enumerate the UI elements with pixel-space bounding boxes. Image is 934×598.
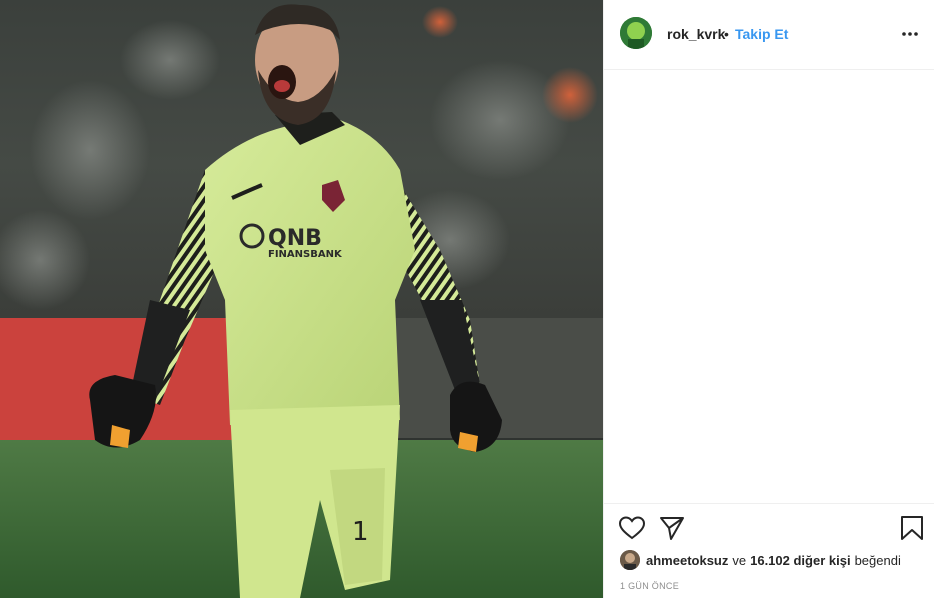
author-avatar[interactable] (620, 17, 652, 49)
post-timestamp[interactable]: 1 GÜN ÖNCE (620, 581, 679, 591)
shirt-number-text: 1 (352, 517, 369, 547)
post-photo[interactable]: 1 QNB FINANSBANK (0, 0, 603, 598)
bookmark-icon[interactable] (898, 514, 926, 542)
sponsor-text: QNB (268, 226, 322, 251)
author-username[interactable]: rok_kvrk (667, 26, 725, 42)
instagram-post: 1 QNB FINANSBANK rok_kvrk • Takip Et ahm… (0, 0, 934, 598)
likes-suffix: beğendi (854, 552, 901, 568)
goalkeeper-celebration-image: 1 QNB FINANSBANK (0, 0, 603, 598)
likes-connector: ve (732, 552, 747, 568)
post-header: rok_kvrk • Takip Et (604, 0, 934, 70)
likes-summary: ahmeetoksuz ve 16.102 diğer kişi beğendi (620, 549, 905, 571)
sponsor-subtext: FINANSBANK (268, 249, 343, 260)
liker-avatar[interactable] (620, 550, 640, 570)
heart-icon[interactable] (618, 514, 646, 542)
follow-button[interactable]: Takip Et (735, 26, 788, 42)
separator-dot: • (724, 26, 729, 42)
post-side-panel: rok_kvrk • Takip Et ahmeetoksuz ve 16.10… (603, 0, 934, 598)
liker-username[interactable]: ahmeetoksuz (646, 553, 728, 568)
actions-divider (604, 503, 934, 504)
paper-plane-icon[interactable] (658, 514, 686, 542)
more-dots-icon[interactable] (900, 24, 920, 44)
likes-others-count[interactable]: 16.102 diğer kişi (750, 553, 850, 568)
